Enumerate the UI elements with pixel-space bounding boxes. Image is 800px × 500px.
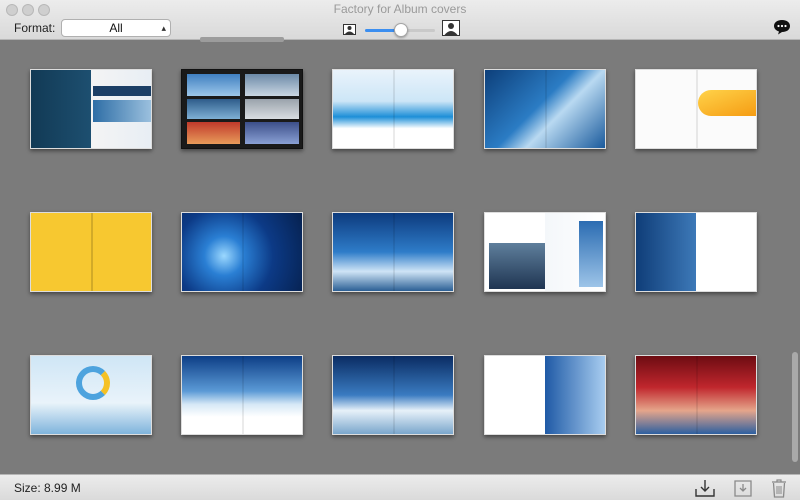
cover-spine — [393, 356, 395, 434]
cover-stripe — [579, 221, 603, 287]
download-tray-icon[interactable] — [694, 478, 716, 498]
vertical-scrollbar[interactable] — [790, 40, 800, 474]
cover-card[interactable] — [484, 212, 606, 292]
speech-bubble-icon[interactable] — [773, 19, 791, 35]
cover-card[interactable] — [30, 69, 152, 149]
cover-tile — [245, 99, 299, 119]
cover-tile — [245, 74, 299, 96]
scrollbar-thumb[interactable] — [792, 352, 798, 462]
format-value: All — [109, 21, 123, 35]
format-select[interactable]: All ▴ — [61, 19, 171, 37]
size-indicator: Size: 8.99 M — [14, 481, 81, 495]
chevron-updown-icon: ▴ — [161, 23, 166, 33]
zoom-slider-fill — [365, 29, 397, 32]
status-bar: Size: 8.99 M — [0, 474, 800, 500]
cover-card[interactable] — [30, 212, 152, 292]
image-small-icon[interactable] — [343, 24, 356, 35]
cover-card[interactable] — [181, 355, 303, 435]
save-tray-icon[interactable] — [732, 478, 754, 498]
cover-spine — [242, 213, 244, 291]
cover-tile — [187, 99, 240, 119]
cover-spine — [393, 213, 395, 291]
cover-photo — [93, 100, 151, 122]
cover-card[interactable] — [332, 69, 454, 149]
cover-spine — [696, 70, 698, 148]
cover-card[interactable] — [635, 355, 757, 435]
cover-card[interactable] — [484, 355, 606, 435]
cover-photo — [489, 243, 545, 289]
cover-swoosh — [698, 90, 756, 116]
covers-grid — [0, 40, 790, 474]
zoom-slider-knob[interactable] — [394, 23, 408, 37]
cover-band — [93, 86, 151, 96]
cover-card[interactable] — [635, 69, 757, 149]
cover-card[interactable] — [181, 212, 303, 292]
cover-card[interactable] — [484, 69, 606, 149]
format-label: Format: — [14, 21, 56, 35]
cover-tile — [187, 122, 240, 144]
cover-card[interactable] — [332, 355, 454, 435]
cover-tile — [245, 122, 299, 144]
cover-spine — [393, 70, 395, 148]
cover-spine — [545, 70, 547, 148]
cover-card[interactable] — [30, 355, 152, 435]
cover-card[interactable] — [181, 69, 303, 149]
cover-spine — [91, 213, 93, 291]
cover-spine — [242, 356, 244, 434]
cover-spine — [696, 356, 698, 434]
cover-card[interactable] — [635, 212, 757, 292]
image-large-icon[interactable] — [442, 20, 460, 36]
window-title: Factory for Album covers — [333, 2, 467, 16]
cover-ring — [76, 366, 110, 400]
trash-icon[interactable] — [768, 478, 790, 498]
title-bar: Factory for Album covers Format: All ▴ — [0, 0, 800, 40]
cover-tile — [187, 74, 240, 96]
cover-card[interactable] — [332, 212, 454, 292]
